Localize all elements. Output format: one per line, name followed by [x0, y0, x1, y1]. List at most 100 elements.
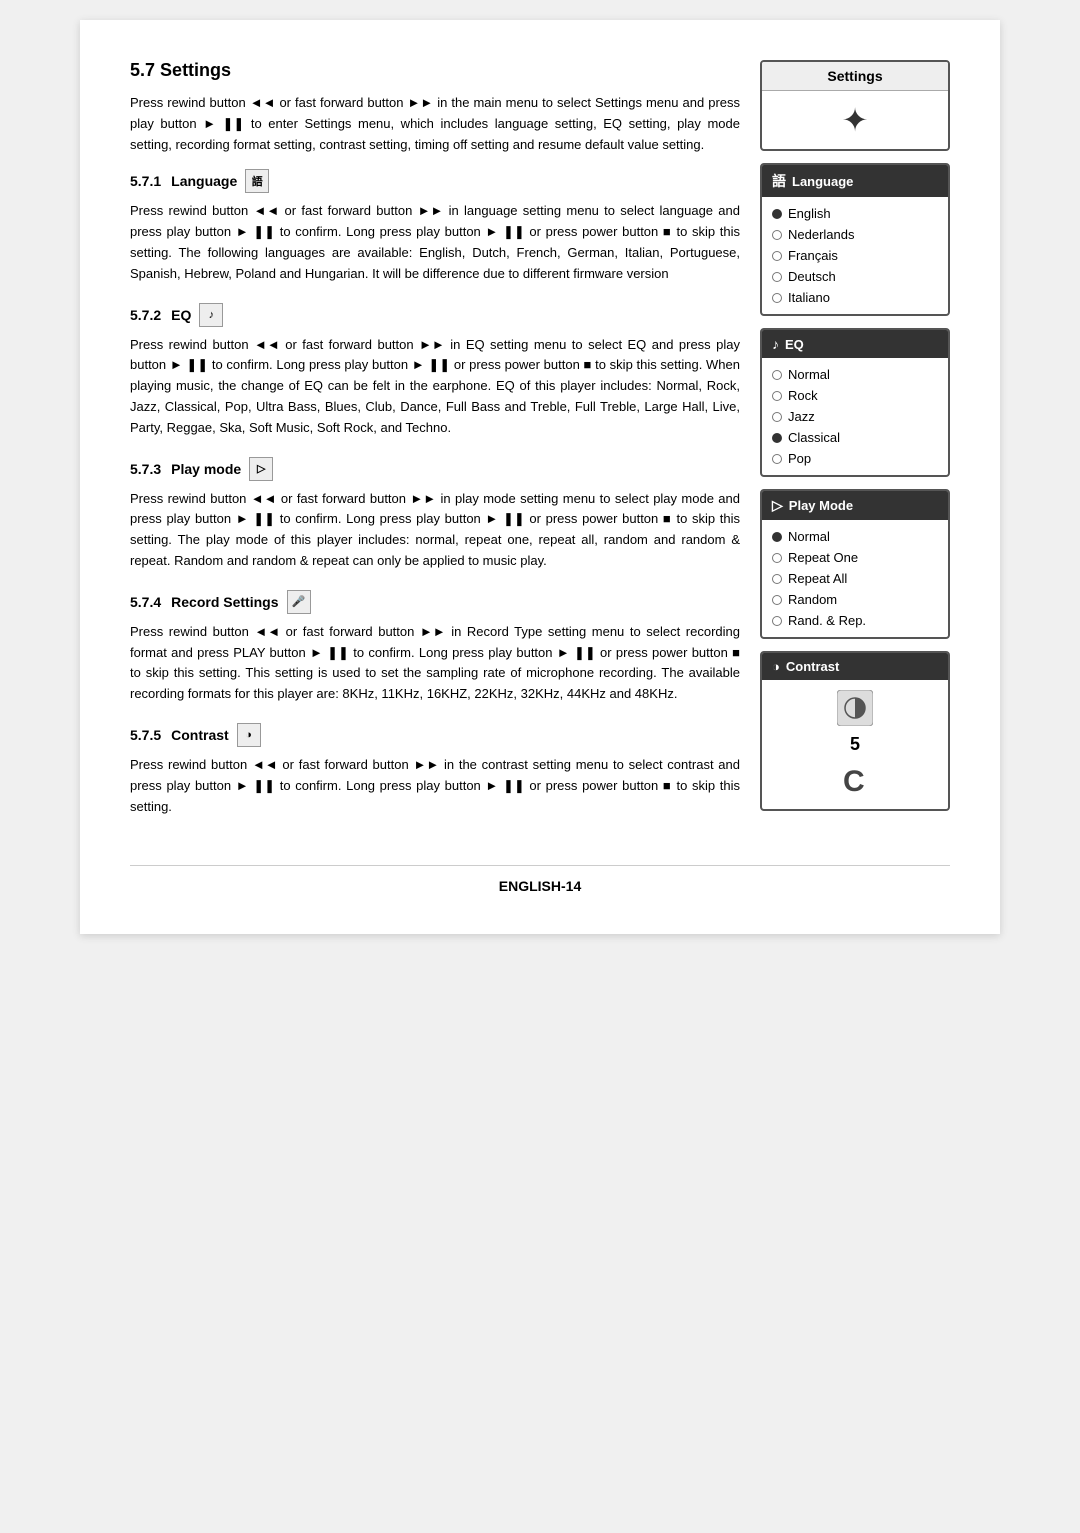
svg-text:C: C [843, 765, 865, 798]
playmode-item-random: Random [788, 592, 837, 607]
language-item-english: English [788, 206, 831, 221]
contrast-image-icon [837, 690, 873, 726]
record-icon: 🎤 [287, 590, 311, 614]
playmode-panel: ▷ Play Mode Normal Repeat One Repeat All [760, 489, 950, 639]
eq-item-classical: Classical [788, 430, 840, 445]
language-item-italiano: Italiano [788, 290, 830, 305]
settings-panel: Settings ✦ [760, 60, 950, 151]
subsection-571: 5.7.1 Language 語 Press rewind button ◄◄ … [130, 169, 740, 284]
radio-filled-playnormal [772, 532, 782, 542]
left-column: 5.7 Settings Press rewind button ◄◄ or f… [130, 60, 740, 835]
radio-empty-italiano [772, 293, 782, 303]
list-item: English [772, 203, 938, 224]
settings-panel-title: Settings [827, 68, 882, 84]
subsection-572-number: 5.7.2 [130, 307, 161, 323]
list-item: Normal [772, 526, 938, 547]
subsection-572-body: Press rewind button ◄◄ or fast forward b… [130, 335, 740, 439]
subsection-574-header: 5.7.4 Record Settings 🎤 [130, 590, 740, 614]
radio-empty-random [772, 595, 782, 605]
subsection-575-header: 5.7.5 Contrast ◑ [130, 723, 740, 747]
subsection-572-title: EQ [171, 307, 191, 323]
playmode-item-normal: Normal [788, 529, 830, 544]
list-item: Repeat One [772, 547, 938, 568]
list-item: Normal [772, 364, 938, 385]
contrast-panel: ◑ Contrast 5 C [760, 651, 950, 811]
subsection-573: 5.7.3 Play mode ▷ Press rewind button ◄◄… [130, 457, 740, 572]
right-column: Settings ✦ 語 Language English [760, 60, 950, 835]
playmode-item-repeatall: Repeat All [788, 571, 847, 586]
radio-empty-repeatall [772, 574, 782, 584]
subsection-573-body: Press rewind button ◄◄ or fast forward b… [130, 489, 740, 572]
contrast-value: 5 [850, 734, 860, 755]
playmode-panel-header: ▷ Play Mode [762, 491, 948, 520]
eq-item-rock: Rock [788, 388, 818, 403]
list-item: Rand. & Rep. [772, 610, 938, 631]
eq-panel-title: EQ [785, 337, 804, 352]
section-intro: Press rewind button ◄◄ or fast forward b… [130, 93, 740, 155]
eq-item-normal: Normal [788, 367, 830, 382]
subsection-573-title: Play mode [171, 461, 241, 477]
section-number: 5.7 [130, 60, 155, 80]
list-item: Jazz [772, 406, 938, 427]
language-item-nederlands: Nederlands [788, 227, 855, 242]
page: 5.7 Settings Press rewind button ◄◄ or f… [80, 20, 1000, 934]
footer-text: ENGLISH-14 [499, 878, 581, 894]
settings-panel-body: ✦ [762, 91, 948, 149]
eq-panel: ♪ EQ Normal Rock Jazz [760, 328, 950, 477]
playmode-item-repeatone: Repeat One [788, 550, 858, 565]
radio-empty-francais [772, 251, 782, 261]
subsection-575-number: 5.7.5 [130, 727, 161, 743]
subsection-571-number: 5.7.1 [130, 173, 161, 189]
list-item: Random [772, 589, 938, 610]
subsection-571-header: 5.7.1 Language 語 [130, 169, 740, 193]
subsection-572: 5.7.2 EQ ♪ Press rewind button ◄◄ or fas… [130, 303, 740, 439]
subsection-575: 5.7.5 Contrast ◑ Press rewind button ◄◄ … [130, 723, 740, 817]
contrast-panel-header: ◑ Contrast [762, 653, 948, 680]
radio-empty-randrep [772, 616, 782, 626]
list-item: Français [772, 245, 938, 266]
list-item: Deutsch [772, 266, 938, 287]
language-item-francais: Français [788, 248, 838, 263]
language-icon: 語 [245, 169, 269, 193]
contrast-panel-title: Contrast [786, 659, 839, 674]
radio-empty-repeatone [772, 553, 782, 563]
radio-filled-classical [772, 433, 782, 443]
subsection-575-body: Press rewind button ◄◄ or fast forward b… [130, 755, 740, 817]
language-panel-body: English Nederlands Français Deutsch [762, 197, 948, 314]
playmode-item-randrep: Rand. & Rep. [788, 613, 866, 628]
list-item: Italiano [772, 287, 938, 308]
settings-panel-header: Settings [762, 62, 948, 91]
eq-item-pop: Pop [788, 451, 811, 466]
contrast-panel-body: 5 C [762, 680, 948, 809]
playmode-panel-body: Normal Repeat One Repeat All Random [762, 520, 948, 637]
subsection-572-header: 5.7.2 EQ ♪ [130, 303, 740, 327]
playmode-panel-icon: ▷ [772, 497, 783, 514]
subsection-574-body: Press rewind button ◄◄ or fast forward b… [130, 622, 740, 705]
subsection-571-title: Language [171, 173, 237, 189]
list-item: Classical [772, 427, 938, 448]
list-item: Nederlands [772, 224, 938, 245]
section-title: 5.7 Settings [130, 60, 740, 81]
list-item: Rock [772, 385, 938, 406]
playmode-icon: ▷ [249, 457, 273, 481]
radio-empty-rock [772, 391, 782, 401]
list-item: Repeat All [772, 568, 938, 589]
radio-empty-jazz [772, 412, 782, 422]
contrast-icon-header: ◑ [237, 723, 261, 747]
section-heading: Settings [160, 60, 231, 80]
radio-filled-english [772, 209, 782, 219]
list-item: Pop [772, 448, 938, 469]
contrast-icon: ◑ [772, 659, 780, 674]
language-panel-header: 語 Language [762, 165, 948, 197]
eq-item-jazz: Jazz [788, 409, 815, 424]
subsection-574-title: Record Settings [171, 594, 278, 610]
language-panel-title: Language [792, 174, 853, 189]
footer: ENGLISH-14 [130, 865, 950, 894]
subsection-574: 5.7.4 Record Settings 🎤 Press rewind but… [130, 590, 740, 705]
subsection-571-body: Press rewind button ◄◄ or fast forward b… [130, 201, 740, 284]
radio-empty-deutsch [772, 272, 782, 282]
eq-panel-body: Normal Rock Jazz Classical [762, 358, 948, 475]
radio-empty-nederlands [772, 230, 782, 240]
subsection-574-number: 5.7.4 [130, 594, 161, 610]
language-item-deutsch: Deutsch [788, 269, 836, 284]
